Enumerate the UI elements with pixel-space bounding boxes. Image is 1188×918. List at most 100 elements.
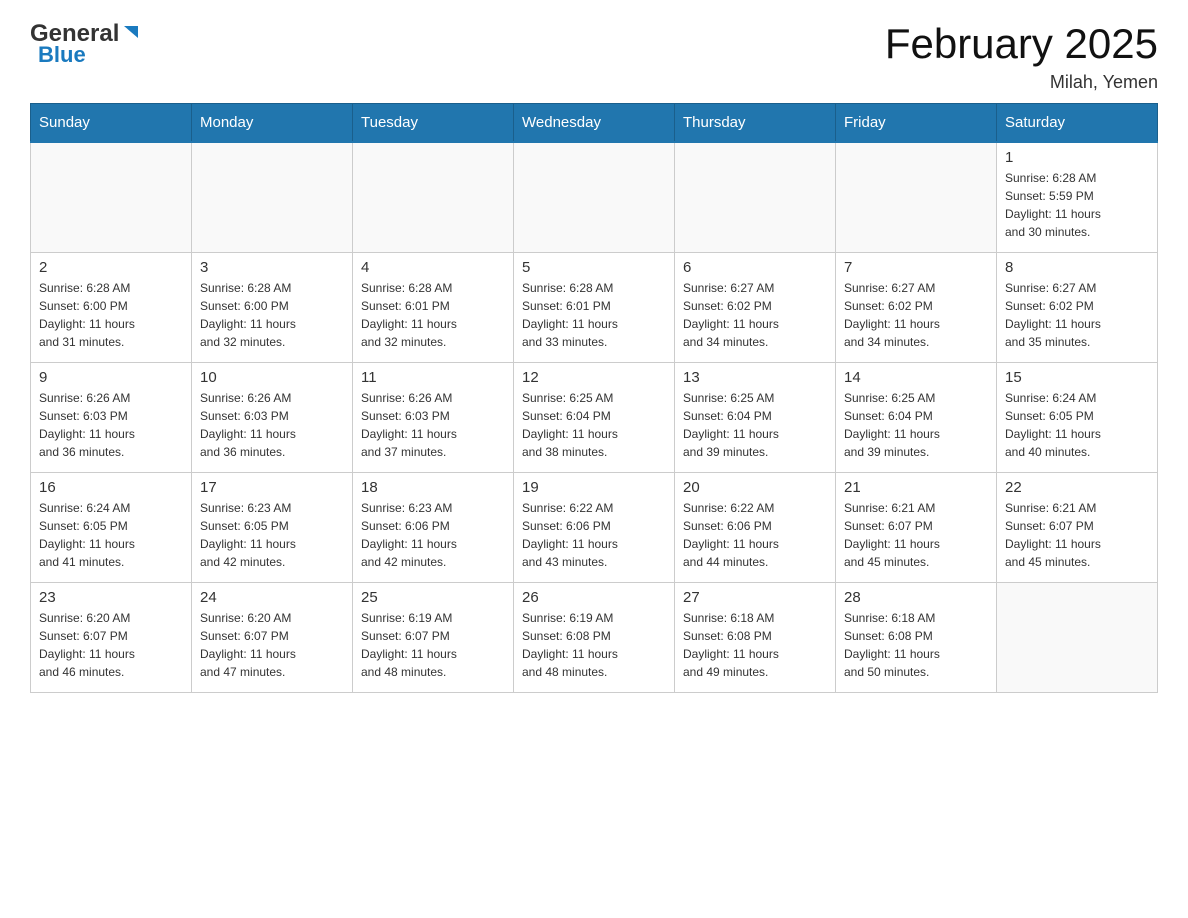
calendar-table: SundayMondayTuesdayWednesdayThursdayFrid… <box>30 103 1158 693</box>
title-block: February 2025 Milah, Yemen <box>885 20 1158 93</box>
day-number: 25 <box>361 589 505 606</box>
day-info: Sunrise: 6:24 AM Sunset: 6:05 PM Dayligh… <box>1005 389 1149 461</box>
calendar-cell: 24 Sunrise: 6:20 AM Sunset: 6:07 PM Dayli… <box>192 582 353 692</box>
calendar-cell: 27 Sunrise: 6:18 AM Sunset: 6:08 PM Dayli… <box>675 582 836 692</box>
calendar-cell: 15 Sunrise: 6:24 AM Sunset: 6:05 PM Dayli… <box>997 362 1158 472</box>
day-info: Sunrise: 6:18 AM Sunset: 6:08 PM Dayligh… <box>844 609 988 681</box>
calendar-cell: 18Sunrise: 6:23 AM Sunset: 6:06 PM Dayli… <box>353 472 514 582</box>
calendar-cell: 8 Sunrise: 6:27 AM Sunset: 6:02 PM Daylig… <box>997 252 1158 362</box>
day-number: 23 <box>39 589 183 606</box>
day-info: Sunrise: 6:24 AM Sunset: 6:05 PM Dayligh… <box>39 499 183 571</box>
day-number: 27 <box>683 589 827 606</box>
day-info: Sunrise: 6:27 AM Sunset: 6:02 PM Dayligh… <box>683 279 827 351</box>
calendar-cell: 10 Sunrise: 6:26 AM Sunset: 6:03 PM Dayli… <box>192 362 353 472</box>
calendar-cell: 2 Sunrise: 6:28 AM Sunset: 6:00 PM Daylig… <box>31 252 192 362</box>
day-info: Sunrise: 6:20 AM Sunset: 6:07 PM Dayligh… <box>200 609 344 681</box>
logo: General Blue <box>30 20 142 68</box>
day-number: 15 <box>1005 369 1149 386</box>
day-info: Sunrise: 6:23 AM Sunset: 6:06 PM Dayligh… <box>361 499 505 571</box>
calendar-cell: 12Sunrise: 6:25 AM Sunset: 6:04 PM Dayli… <box>514 362 675 472</box>
calendar-cell: 22 Sunrise: 6:21 AM Sunset: 6:07 PM Dayli… <box>997 472 1158 582</box>
day-info: Sunrise: 6:25 AM Sunset: 6:04 PM Dayligh… <box>844 389 988 461</box>
day-number: 11 <box>361 369 505 386</box>
day-info: Sunrise: 6:26 AM Sunset: 6:03 PM Dayligh… <box>200 389 344 461</box>
calendar-week-row: 2 Sunrise: 6:28 AM Sunset: 6:00 PM Daylig… <box>31 252 1158 362</box>
calendar-cell: 14 Sunrise: 6:25 AM Sunset: 6:04 PM Dayli… <box>836 362 997 472</box>
day-number: 3 <box>200 259 344 276</box>
day-info: Sunrise: 6:28 AM Sunset: 6:00 PM Dayligh… <box>39 279 183 351</box>
weekday-header-tuesday: Tuesday <box>353 104 514 143</box>
day-info: Sunrise: 6:26 AM Sunset: 6:03 PM Dayligh… <box>361 389 505 461</box>
day-info: Sunrise: 6:28 AM Sunset: 6:00 PM Dayligh… <box>200 279 344 351</box>
day-number: 19 <box>522 479 666 496</box>
day-number: 16 <box>39 479 183 496</box>
calendar-cell <box>192 142 353 252</box>
day-number: 9 <box>39 369 183 386</box>
day-info: Sunrise: 6:27 AM Sunset: 6:02 PM Dayligh… <box>844 279 988 351</box>
calendar-cell: 28 Sunrise: 6:18 AM Sunset: 6:08 PM Dayli… <box>836 582 997 692</box>
calendar-cell: 23Sunrise: 6:20 AM Sunset: 6:07 PM Dayli… <box>31 582 192 692</box>
day-number: 28 <box>844 589 988 606</box>
calendar-cell: 17Sunrise: 6:23 AM Sunset: 6:05 PM Dayli… <box>192 472 353 582</box>
day-number: 8 <box>1005 259 1149 276</box>
day-number: 20 <box>683 479 827 496</box>
day-info: Sunrise: 6:27 AM Sunset: 6:02 PM Dayligh… <box>1005 279 1149 351</box>
calendar-cell <box>997 582 1158 692</box>
calendar-cell: 4 Sunrise: 6:28 AM Sunset: 6:01 PM Daylig… <box>353 252 514 362</box>
calendar-cell <box>675 142 836 252</box>
day-info: Sunrise: 6:25 AM Sunset: 6:04 PM Dayligh… <box>683 389 827 461</box>
page-header: General Blue February 2025 Milah, Yemen <box>30 20 1158 93</box>
day-number: 2 <box>39 259 183 276</box>
day-number: 6 <box>683 259 827 276</box>
calendar-cell: 5 Sunrise: 6:28 AM Sunset: 6:01 PM Daylig… <box>514 252 675 362</box>
calendar-cell: 16 Sunrise: 6:24 AM Sunset: 6:05 PM Dayli… <box>31 472 192 582</box>
day-number: 21 <box>844 479 988 496</box>
day-number: 7 <box>844 259 988 276</box>
logo-arrow-icon <box>120 22 142 44</box>
calendar-week-row: 23 Sunrise: 6:20 AM Sunset: 6:07 PM Dayli… <box>31 582 1158 692</box>
day-info: Sunrise: 6:21 AM Sunset: 6:07 PM Dayligh… <box>1005 499 1149 571</box>
day-info: Sunrise: 6:28 AM Sunset: 6:01 PM Dayligh… <box>522 279 666 351</box>
calendar-week-row: 16 Sunrise: 6:24 AM Sunset: 6:05 PM Dayli… <box>31 472 1158 582</box>
weekday-header-thursday: Thursday <box>675 104 836 143</box>
day-number: 17 <box>200 479 344 496</box>
calendar-cell: 7 Sunrise: 6:27 AM Sunset: 6:02 PM Daylig… <box>836 252 997 362</box>
day-info: Sunrise: 6:28 AM Sunset: 6:01 PM Dayligh… <box>361 279 505 351</box>
calendar-cell <box>353 142 514 252</box>
day-info: Sunrise: 6:22 AM Sunset: 6:06 PM Dayligh… <box>683 499 827 571</box>
day-info: Sunrise: 6:21 AM Sunset: 6:07 PM Dayligh… <box>844 499 988 571</box>
day-info: Sunrise: 6:18 AM Sunset: 6:08 PM Dayligh… <box>683 609 827 681</box>
day-number: 14 <box>844 369 988 386</box>
calendar-cell: 3 Sunrise: 6:28 AM Sunset: 6:00 PM Daylig… <box>192 252 353 362</box>
day-number: 1 <box>1005 149 1149 166</box>
calendar-cell <box>836 142 997 252</box>
calendar-cell: 26Sunrise: 6:19 AM Sunset: 6:08 PM Dayli… <box>514 582 675 692</box>
day-number: 24 <box>200 589 344 606</box>
weekday-header-sunday: Sunday <box>31 104 192 143</box>
calendar-cell <box>31 142 192 252</box>
calendar-cell: 11 Sunrise: 6:26 AM Sunset: 6:03 PM Dayli… <box>353 362 514 472</box>
calendar-header-row: SundayMondayTuesdayWednesdayThursdayFrid… <box>31 104 1158 143</box>
calendar-cell: 6 Sunrise: 6:27 AM Sunset: 6:02 PM Daylig… <box>675 252 836 362</box>
day-number: 5 <box>522 259 666 276</box>
calendar-cell <box>514 142 675 252</box>
calendar-cell: 20 Sunrise: 6:22 AM Sunset: 6:06 PM Dayli… <box>675 472 836 582</box>
day-number: 13 <box>683 369 827 386</box>
weekday-header-saturday: Saturday <box>997 104 1158 143</box>
weekday-header-friday: Friday <box>836 104 997 143</box>
location: Milah, Yemen <box>885 72 1158 93</box>
calendar-week-row: 9 Sunrise: 6:26 AM Sunset: 6:03 PM Daylig… <box>31 362 1158 472</box>
weekday-header-monday: Monday <box>192 104 353 143</box>
day-info: Sunrise: 6:25 AM Sunset: 6:04 PM Dayligh… <box>522 389 666 461</box>
day-number: 22 <box>1005 479 1149 496</box>
day-number: 10 <box>200 369 344 386</box>
logo-blue-text: Blue <box>30 42 86 68</box>
calendar-week-row: 1Sunrise: 6:28 AM Sunset: 5:59 PM Daylig… <box>31 142 1158 252</box>
day-info: Sunrise: 6:19 AM Sunset: 6:08 PM Dayligh… <box>522 609 666 681</box>
calendar-cell: 19Sunrise: 6:22 AM Sunset: 6:06 PM Dayli… <box>514 472 675 582</box>
month-title: February 2025 <box>885 20 1158 68</box>
day-info: Sunrise: 6:19 AM Sunset: 6:07 PM Dayligh… <box>361 609 505 681</box>
weekday-header-wednesday: Wednesday <box>514 104 675 143</box>
calendar-cell: 25 Sunrise: 6:19 AM Sunset: 6:07 PM Dayli… <box>353 582 514 692</box>
day-number: 4 <box>361 259 505 276</box>
